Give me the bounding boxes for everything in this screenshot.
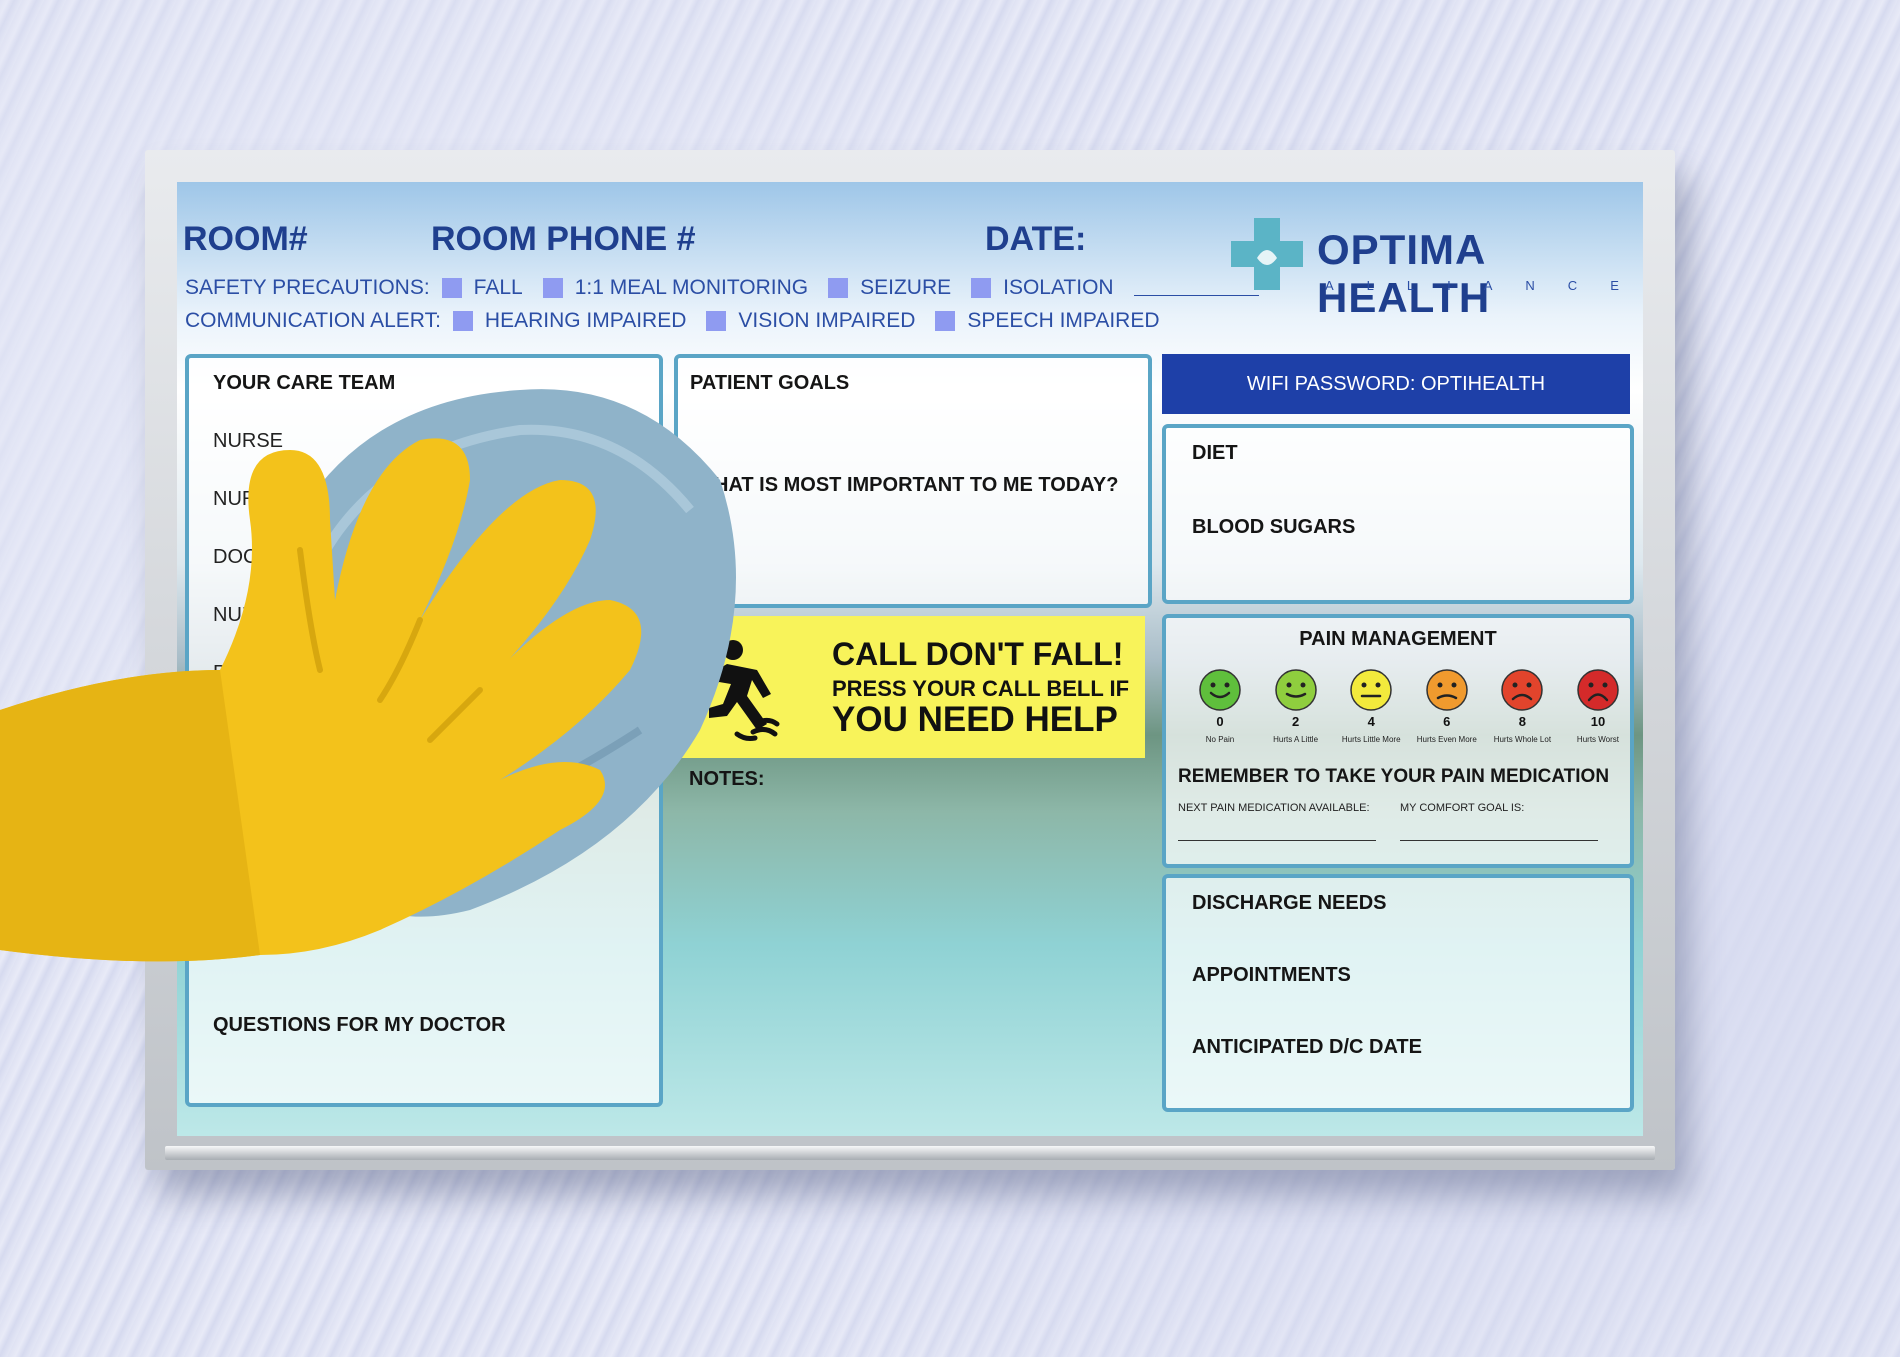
anticipated-dc-date-label: ANTICIPATED D/C DATE (1192, 1036, 1422, 1058)
option-seizure: SEIZURE (860, 276, 952, 299)
pain-face-icon (1577, 669, 1619, 711)
logo-subtitle: ALLIANCE (1325, 278, 1643, 293)
option-meal-monitoring: 1:1 MEAL MONITORING (574, 276, 809, 299)
patient-goals-question: HAT IS MOST IMPORTANT TO ME TODAY? (714, 474, 1119, 496)
date-label: DATE: (985, 220, 1087, 258)
checkbox-meal-monitoring (542, 278, 563, 298)
appointments-label: APPOINTMENTS (1192, 964, 1351, 986)
pain-management-panel: PAIN MANAGEMENT 0 No Pain 2 Hurts A Little 4… (1162, 614, 1634, 868)
checkbox-vision (706, 311, 727, 331)
pain-caption: Hurts Even More (1416, 735, 1477, 744)
option-vision: VISION IMPAIRED (738, 309, 916, 332)
pain-value: 0 (1216, 714, 1224, 729)
option-hearing: HEARING IMPAIRED (484, 309, 687, 332)
pain-value: 4 (1367, 714, 1375, 729)
pain-face-icon (1501, 669, 1544, 711)
pain-caption: Hurts A Little (1273, 735, 1319, 744)
questions-for-doctor: QUESTIONS FOR MY DOCTOR (213, 1014, 506, 1036)
next-medication-line (1178, 840, 1376, 841)
pain-value: 2 (1291, 714, 1300, 729)
pain-face-0: 0 No Pain (1184, 668, 1256, 744)
option-speech: SPEECH IMPAIRED (967, 309, 1160, 332)
pain-caption: Hurts Whole Lot (1493, 735, 1552, 744)
next-medication-label: NEXT PAIN MEDICATION AVAILABLE: (1178, 802, 1370, 814)
pain-value: 6 (1443, 714, 1451, 729)
gloved-hand-wiping (0, 389, 736, 962)
comfort-goal-line (1400, 840, 1598, 841)
pain-face-icon (1350, 669, 1392, 711)
checkbox-seizure (828, 278, 849, 298)
pain-face-icon (1199, 669, 1241, 711)
fall-sign-line1: CALL DON'T FALL! (832, 636, 1124, 672)
pain-face-6: 6 Hurts Even More (1411, 668, 1483, 744)
communication-alert-label: COMMUNICATION ALERT: (185, 309, 441, 332)
diet-panel: DIET BLOOD SUGARS (1162, 424, 1634, 604)
checkbox-hearing (452, 311, 473, 331)
fall-sign-line3: YOU NEED HELP (832, 700, 1118, 739)
pain-medication-reminder: REMEMBER TO TAKE YOUR PAIN MEDICATION (1178, 766, 1610, 787)
wifi-password-text: WIFI PASSWORD: OPTIHEALTH (1246, 372, 1546, 395)
safety-precautions-label: SAFETY PRECAUTIONS: (185, 276, 430, 299)
pain-face-8: 8 Hurts Whole Lot (1486, 668, 1558, 744)
pain-face-icon (1426, 669, 1468, 711)
discharge-needs-label: DISCHARGE NEEDS (1192, 892, 1387, 914)
option-fall: FALL (473, 276, 523, 299)
pain-face-4: 4 Hurts Little More (1335, 668, 1407, 744)
checkbox-isolation (971, 278, 992, 298)
checkbox-speech (935, 311, 956, 331)
diet-title: DIET (1192, 442, 1238, 464)
pain-face-10: 10 Hurts Worst (1562, 668, 1634, 744)
communication-alert-row: COMMUNICATION ALERT: HEARING IMPAIRED VI… (185, 309, 1168, 333)
checkbox-fall (441, 278, 462, 298)
medical-cross-icon (1231, 218, 1303, 290)
optima-health-logo: OPTIMA HEALTH ALLIANCE (1227, 214, 1637, 321)
pain-caption: Hurts Worst (1576, 735, 1619, 744)
pain-value: 10 (1590, 714, 1606, 729)
blood-sugars-label: BLOOD SUGARS (1192, 516, 1356, 538)
pain-caption: Hurts Little More (1341, 735, 1401, 744)
option-isolation: ISOLATION (1003, 276, 1114, 299)
fall-sign-line2: PRESS YOUR CALL BELL IF (832, 676, 1130, 701)
pain-face-icon (1274, 669, 1317, 711)
discharge-panel: DISCHARGE NEEDS APPOINTMENTS ANTICIPATED… (1162, 874, 1634, 1112)
safety-precautions-row: SAFETY PRECAUTIONS: FALL 1:1 MEAL MONITO… (185, 276, 1259, 300)
room-phone-label: ROOM PHONE # (431, 220, 696, 258)
room-label: ROOM# (183, 220, 308, 258)
comfort-goal-label: MY COMFORT GOAL IS: (1400, 802, 1525, 814)
logo-title: OPTIMA HEALTH (1317, 226, 1491, 321)
pain-value: 8 (1518, 714, 1526, 729)
wifi-password-banner: WIFI PASSWORD: OPTIHEALTH (1162, 354, 1630, 414)
marker-tray (165, 1146, 1655, 1160)
pain-scale: 0 No Pain 2 Hurts A Little 4 Hurts Little Mor… (1184, 668, 1634, 744)
pain-management-title: PAIN MANAGEMENT (1299, 628, 1497, 650)
pain-face-2: 2 Hurts A Little (1260, 668, 1332, 744)
pain-caption: No Pain (1205, 735, 1235, 744)
